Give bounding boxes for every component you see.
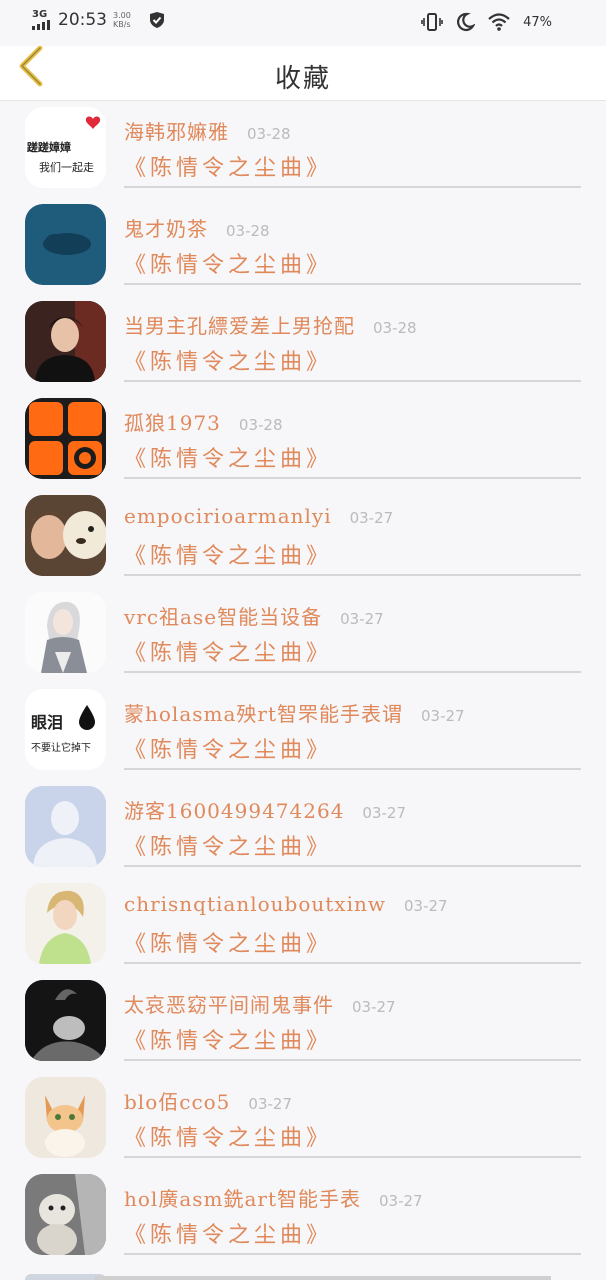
- favorite-date: 03-27: [349, 509, 394, 527]
- user-name: 海韩邪嫲雅: [124, 120, 229, 144]
- divider: [124, 1253, 581, 1255]
- song-title: 《陈情令之尘曲》: [124, 253, 333, 278]
- divider: [124, 1059, 581, 1061]
- favorite-item[interactable]: vrc祖ase智能当设备 03-27 《陈情令之尘曲》: [0, 585, 606, 682]
- divider: [124, 671, 581, 673]
- default-user-icon: [25, 786, 106, 867]
- song-title: 《陈情令之尘曲》: [124, 1223, 333, 1248]
- song-title: 《陈情令之尘曲》: [124, 544, 333, 569]
- app-header: 收藏: [0, 45, 606, 101]
- divider: [124, 380, 581, 382]
- song-title: 《陈情令之尘曲》: [124, 932, 333, 957]
- favorite-date: 03-27: [379, 1192, 423, 1210]
- favorite-date: 03-28: [238, 416, 283, 434]
- avatar: [25, 980, 106, 1061]
- avatar: [25, 786, 106, 867]
- divider: [124, 1156, 581, 1158]
- next-item-partial: [25, 1274, 585, 1280]
- song-title: 《陈情令之尘曲》: [124, 835, 333, 860]
- net-speed-unit: KB/s: [113, 20, 131, 29]
- favorites-list: 蹉蹉嫜嫜 我们一起走 海韩邪嫲雅 03-28 《陈情令之尘曲》 鬼才奶茶 03-…: [0, 100, 606, 1280]
- song-title: 《陈情令之尘曲》: [124, 350, 333, 375]
- favorite-item[interactable]: chrisnqtianlouboutxinw 03-27 《陈情令之尘曲》: [0, 876, 606, 973]
- user-name: blo佰cco5: [124, 1090, 231, 1114]
- avatar: 蹉蹉嫜嫜 我们一起走: [25, 107, 106, 188]
- signal-icon: [32, 20, 50, 30]
- user-name: chrisnqtianlouboutxinw: [124, 892, 386, 916]
- avatar: [25, 1174, 106, 1255]
- avatar: [25, 495, 106, 576]
- favorite-date: 03-27: [421, 707, 465, 725]
- favorite-item[interactable]: 眼泪 不要让它掉下 蒙holasma殃rt智罘能手表谓 03-27 《陈情令之尘…: [0, 682, 606, 779]
- favorite-date: 03-27: [340, 610, 384, 628]
- status-bar: 3G 20:53 3.00 KB/s 47%: [0, 0, 606, 46]
- network-type: 3G: [32, 9, 48, 20]
- avatar-text: 蹉蹉嫜嫜: [27, 141, 71, 154]
- divider: [124, 962, 581, 964]
- favorite-item[interactable]: 当男主孔縹爱差上男抢配 03-28 《陈情令之尘曲》: [0, 294, 606, 391]
- favorite-item[interactable]: 游客1600499474264 03-27 《陈情令之尘曲》: [0, 779, 606, 876]
- avatar: [25, 1077, 106, 1158]
- wifi-icon: [488, 13, 510, 31]
- song-title: 《陈情令之尘曲》: [124, 1029, 333, 1054]
- user-name: 蒙holasma殃rt智罘能手表谓: [124, 702, 403, 726]
- divider: [124, 186, 581, 188]
- avatar: [25, 204, 106, 285]
- favorite-date: 03-27: [362, 804, 407, 822]
- teardrop-icon: [79, 705, 95, 730]
- avatar: [25, 398, 106, 479]
- moon-icon: [457, 12, 476, 32]
- favorite-date: 03-28: [373, 319, 417, 337]
- divider: [124, 865, 581, 867]
- battery-moon-icon: [555, 15, 572, 29]
- net-speed: 3.00: [113, 11, 131, 20]
- song-title: 《陈情令之尘曲》: [124, 738, 333, 763]
- user-name: 太哀恶窈平间闹鬼事件: [124, 993, 334, 1017]
- page-title: 收藏: [274, 64, 331, 94]
- user-name: 当男主孔縹爱差上男抢配: [124, 314, 355, 338]
- favorite-item[interactable]: hol廣asm銑art智能手表 03-27 《陈情令之尘曲》: [0, 1167, 606, 1264]
- clock: 20:53: [58, 10, 107, 30]
- favorite-item[interactable]: blo佰cco5 03-27 《陈情令之尘曲》: [0, 1070, 606, 1167]
- user-name: hol廣asm銑art智能手表: [124, 1187, 361, 1211]
- favorite-date: 03-28: [247, 125, 291, 143]
- user-name: vrc祖ase智能当设备: [124, 605, 323, 629]
- user-name: 鬼才奶茶: [124, 217, 208, 241]
- user-name: 游客1600499474264: [124, 799, 345, 823]
- favorite-date: 03-28: [226, 222, 270, 240]
- shield-check-icon: [149, 12, 164, 28]
- avatar-text: 不要让它掉下: [31, 743, 91, 754]
- favorite-item[interactable]: 太哀恶窈平间闹鬼事件 03-27 《陈情令之尘曲》: [0, 973, 606, 1070]
- favorite-item[interactable]: 鬼才奶茶 03-28 《陈情令之尘曲》: [0, 197, 606, 294]
- avatar: [25, 883, 106, 964]
- song-title: 《陈情令之尘曲》: [124, 447, 333, 472]
- favorite-date: 03-27: [352, 998, 396, 1016]
- avatar: 眼泪 不要让它掉下: [25, 689, 106, 770]
- divider: [124, 283, 581, 285]
- song-title: 《陈情令之尘曲》: [124, 641, 333, 666]
- song-title: 《陈情令之尘曲》: [124, 156, 333, 181]
- vibrate-icon: [421, 13, 443, 31]
- divider: [124, 574, 581, 576]
- user-name: empocirioarmanlyi: [124, 504, 332, 528]
- divider: [124, 768, 581, 770]
- favorite-item[interactable]: 蹉蹉嫜嫜 我们一起走 海韩邪嫲雅 03-28 《陈情令之尘曲》: [0, 100, 606, 197]
- song-title: 《陈情令之尘曲》: [124, 1126, 333, 1151]
- favorite-item[interactable]: empocirioarmanlyi 03-27 《陈情令之尘曲》: [0, 488, 606, 585]
- favorite-date: 03-27: [248, 1095, 293, 1113]
- user-name: 孤狼1973: [124, 411, 221, 435]
- avatar: [25, 301, 106, 382]
- favorite-item[interactable]: 孤狼1973 03-28 《陈情令之尘曲》: [0, 391, 606, 488]
- divider: [124, 477, 581, 479]
- avatar-text: 我们一起走: [39, 161, 94, 174]
- battery-percent: 47%: [523, 14, 552, 30]
- avatar: [25, 592, 106, 673]
- favorite-date: 03-27: [403, 897, 448, 915]
